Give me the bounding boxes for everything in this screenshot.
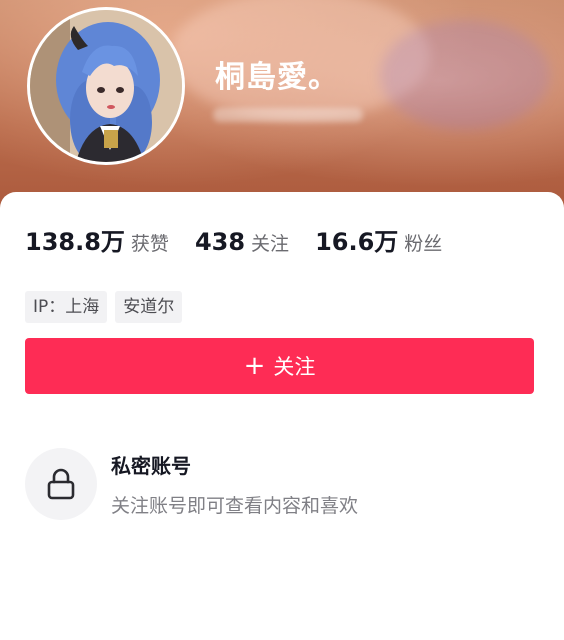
lock-icon-container	[25, 448, 97, 520]
lock-icon	[47, 468, 75, 500]
private-account-text: 私密账号 关注账号即可查看内容和喜欢	[111, 450, 358, 518]
follow-button-label: 关注	[273, 355, 316, 379]
stats-row: 138.8万 获赞 438 关注 16.6万 粉丝	[25, 222, 442, 257]
country-tag: 安道尔	[115, 291, 183, 323]
stat-value: 16.6万	[315, 228, 399, 256]
avatar[interactable]	[27, 7, 185, 165]
follow-button[interactable]: + 关注	[25, 338, 534, 394]
stat-followers[interactable]: 16.6万 粉丝	[315, 222, 442, 257]
private-account-title: 私密账号	[111, 454, 191, 478]
profile-nickname: 桐島愛。	[215, 60, 339, 95]
stat-value: 438	[194, 228, 246, 256]
stat-label: 粉丝	[404, 233, 443, 255]
profile-card: 138.8万 获赞 438 关注 16.6万 粉丝 IP：上海 安道尔 + 关注…	[0, 192, 564, 640]
stat-likes[interactable]: 138.8万 获赞	[25, 222, 169, 257]
plus-icon: +	[243, 351, 266, 381]
header-cover-shape	[380, 20, 550, 130]
ip-location-tag: IP：上海	[25, 291, 108, 323]
blurred-handle	[213, 108, 363, 122]
private-account-description: 关注账号即可查看内容和喜欢	[111, 495, 359, 517]
stat-label: 获赞	[130, 233, 169, 255]
profile-tags: IP：上海 安道尔	[25, 291, 190, 323]
stat-following[interactable]: 438 关注	[195, 228, 289, 256]
private-account-notice: 私密账号 关注账号即可查看内容和喜欢	[25, 448, 358, 520]
avatar-photo	[30, 10, 182, 162]
stat-label: 关注	[251, 233, 290, 255]
stat-value: 138.8万	[25, 228, 125, 256]
